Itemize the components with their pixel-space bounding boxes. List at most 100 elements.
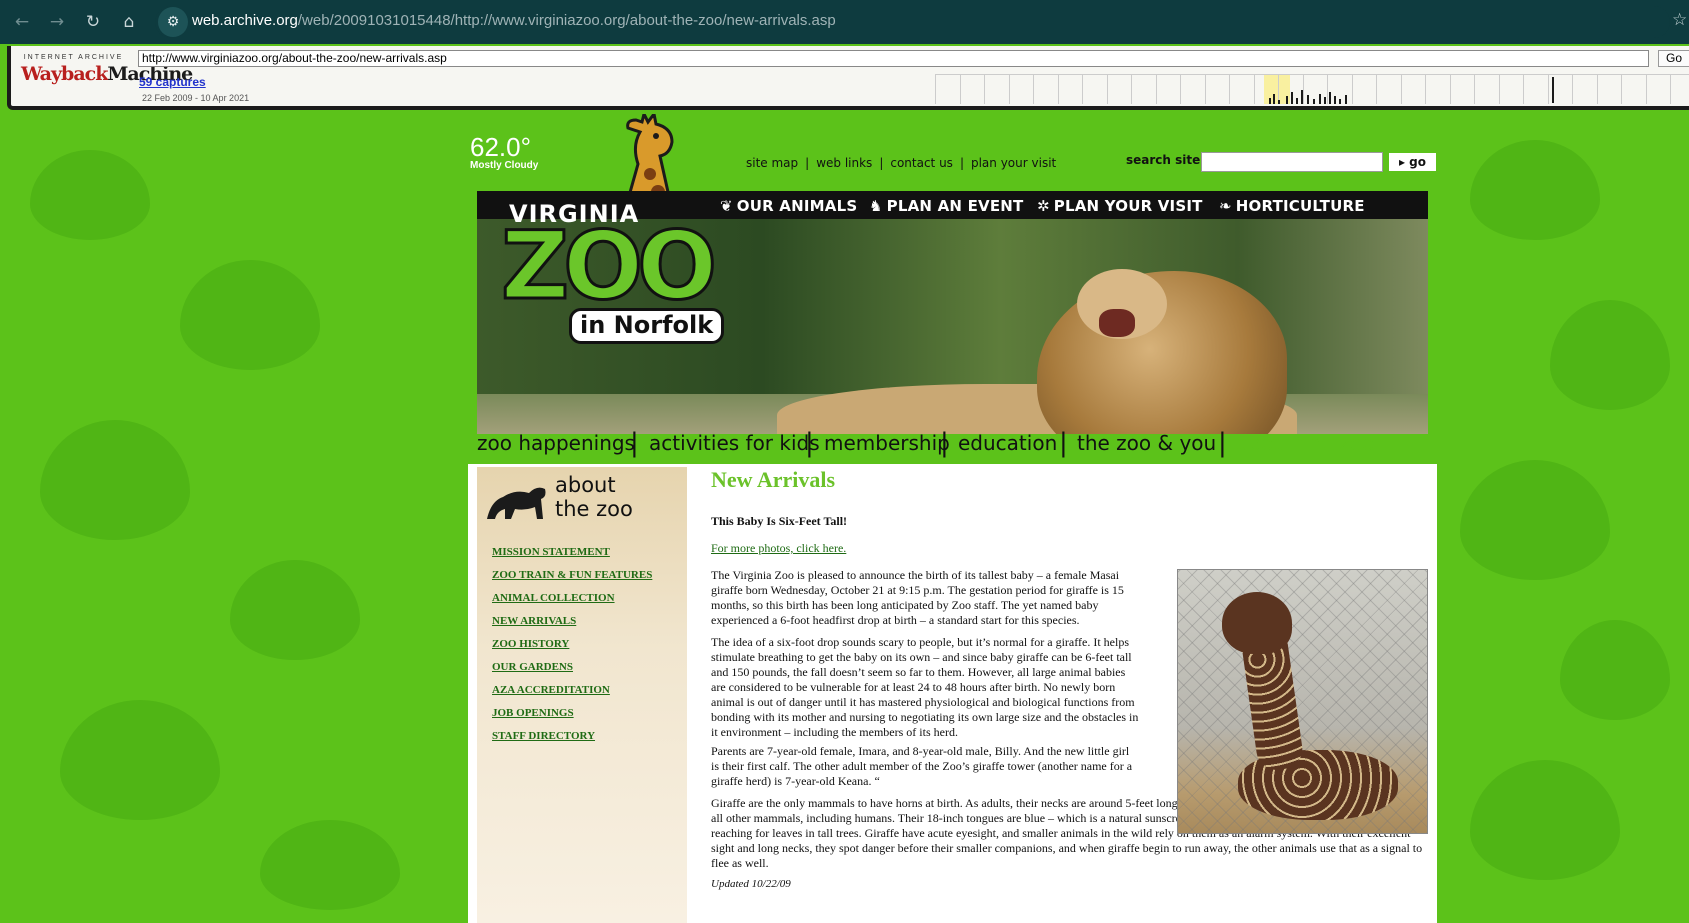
panther-icon	[487, 487, 546, 519]
forward-icon[interactable]: →	[47, 12, 67, 32]
address-url[interactable]: web.archive.org/web/20091031015448/http:…	[192, 12, 836, 29]
plan-your-visit-link[interactable]: plan your visit	[971, 156, 1056, 170]
calendar-year-cell[interactable]	[1400, 75, 1426, 104]
capture-bar	[1334, 96, 1336, 104]
section-nav: zoo happenings | activities for kids | m…	[477, 428, 1437, 461]
capture-bar	[1273, 94, 1275, 104]
capture-bar	[1278, 100, 1280, 104]
article-subtitle: This Baby Is Six-Feet Tall!	[711, 514, 848, 528]
calendar-year-cell[interactable]	[1425, 75, 1450, 104]
capture-bar	[1296, 98, 1298, 104]
logo-norfolk: in Norfolk	[569, 308, 725, 344]
capture-bar	[1345, 95, 1347, 104]
nav-divider: |	[1218, 428, 1227, 458]
plant-icon: ❧	[1219, 197, 1232, 215]
calendar-year-cell[interactable]	[959, 75, 985, 104]
article-paragraph-3: Parents are 7-year-old female, Imara, an…	[711, 744, 1133, 788]
sidebar-item-zoo-train[interactable]: ZOO TRAIN & FUN FEATURES	[492, 568, 652, 591]
weather-condition: Mostly Cloudy	[470, 160, 539, 171]
zoo-logo[interactable]: VIRGINIA ZOO in Norfolk	[500, 200, 731, 345]
wayback-logo[interactable]: INTERNET ARCHIVE WaybackMachine	[21, 54, 193, 96]
frog-icon: ✲	[1037, 197, 1050, 215]
calendar-year-cell[interactable]	[1670, 75, 1689, 104]
calendar-year-cell[interactable]	[1351, 75, 1377, 104]
sidebar-item-mission-statement[interactable]: MISSION STATEMENT	[492, 545, 652, 568]
back-icon[interactable]: ←	[12, 12, 32, 32]
wayback-logo-main: WaybackMachine	[21, 63, 193, 85]
calendar-year-cell[interactable]	[1106, 75, 1132, 104]
calendar-year-cell[interactable]	[1180, 75, 1205, 104]
site-info-icon[interactable]: ⚙	[158, 7, 188, 37]
calendar-year-cell[interactable]	[1474, 75, 1499, 104]
reload-icon[interactable]: ↻	[83, 12, 103, 32]
bookmark-star-icon[interactable]: ☆	[1672, 10, 1687, 30]
calendar-year-cell[interactable]	[1645, 75, 1671, 104]
more-photos-link[interactable]: For more photos, click here.	[711, 541, 846, 556]
calendar-year-cell[interactable]	[1572, 75, 1597, 104]
article: New Arrivals This Baby Is Six-Feet Tall!…	[711, 467, 1428, 890]
calendar-year-cell[interactable]	[1033, 75, 1058, 104]
capture-bar	[1324, 97, 1326, 104]
capture-range: 22 Feb 2009 - 10 Apr 2021	[142, 93, 250, 103]
sidebar-item-staff-directory[interactable]: STAFF DIRECTORY	[492, 729, 652, 752]
calendar-year-cell[interactable]	[1229, 75, 1254, 104]
nav-our-animals[interactable]: ❦ OUR ANIMALS	[720, 197, 857, 215]
calendar-year-cell[interactable]	[1547, 75, 1573, 104]
calendar-year-cell[interactable]	[1449, 75, 1475, 104]
sidebar-item-aza-accreditation[interactable]: AZA ACCREDITATION	[492, 683, 652, 706]
tab-membership[interactable]: membership	[824, 431, 950, 455]
captures-link[interactable]: 59 captures	[139, 75, 206, 89]
sidebar-title: about the zoo	[555, 473, 633, 521]
contact-us-link[interactable]: contact us	[890, 156, 953, 170]
calendar-year-cell[interactable]	[1498, 75, 1524, 104]
calendar-year-cell[interactable]	[1131, 75, 1156, 104]
logo-zoo: ZOO	[500, 212, 719, 321]
sidebar-item-job-openings[interactable]: JOB OPENINGS	[492, 706, 652, 729]
nav-plan-your-visit[interactable]: ✲ PLAN YOUR VISIT	[1037, 197, 1203, 215]
page-title: New Arrivals	[711, 467, 836, 492]
zoo-page: 62.0° Mostly Cloudy site map | web links | c…	[468, 114, 1437, 923]
tab-activities-for-kids[interactable]: activities for kids	[649, 431, 820, 455]
calendar-year-cell[interactable]	[1008, 75, 1034, 104]
calendar-year-cell[interactable]	[935, 75, 960, 104]
calendar-year-cell[interactable]	[1057, 75, 1083, 104]
nav-plan-an-event[interactable]: ♞ PLAN AN EVENT	[869, 197, 1023, 215]
site-map-link[interactable]: site map	[746, 156, 798, 170]
home-icon[interactable]: ⌂	[119, 12, 139, 32]
hero-banner: ❦ OUR ANIMALS ♞ PLAN AN EVENT ✲ PLAN YOUR V…	[477, 191, 1428, 434]
tab-zoo-happenings[interactable]: zoo happenings	[477, 431, 635, 455]
tab-the-zoo-and-you[interactable]: the zoo & you	[1077, 431, 1216, 455]
wayback-url-input[interactable]: http://www.virginiazoo.org/about-the-zoo…	[138, 50, 1649, 67]
calendar-year-cell[interactable]	[984, 75, 1009, 104]
search-label: search site	[1126, 153, 1201, 167]
web-links-link[interactable]: web links	[816, 156, 872, 170]
search-input[interactable]	[1201, 152, 1383, 172]
capture-bar	[1286, 96, 1288, 104]
calendar-year-cell[interactable]	[1155, 75, 1181, 104]
tab-education[interactable]: education	[958, 431, 1057, 455]
calendar-year-cell[interactable]	[1376, 75, 1401, 104]
wayback-go-button[interactable]: Go	[1658, 50, 1689, 67]
elephant-icon: ♞	[869, 197, 883, 215]
capture-bar	[1307, 95, 1309, 104]
calendar-year-cell[interactable]	[1621, 75, 1646, 104]
wayback-logo-top: INTERNET ARCHIVE	[23, 54, 124, 61]
capture-bar	[1329, 92, 1331, 104]
calendar-year-cell[interactable]	[1596, 75, 1622, 104]
sidebar-item-zoo-history[interactable]: ZOO HISTORY	[492, 637, 652, 660]
calendar-year-cell[interactable]	[1523, 75, 1548, 104]
capture-calendar[interactable]	[935, 74, 1689, 104]
calendar-year-cell[interactable]	[1204, 75, 1230, 104]
calendar-year-cell[interactable]	[1082, 75, 1107, 104]
updated-date: Updated 10/22/09	[711, 878, 791, 890]
sidebar: about the zoo MISSION STATEMENT ZOO TRAIN…	[477, 467, 687, 923]
nav-divider: |	[1059, 428, 1068, 458]
search-go-button[interactable]: ▸ go	[1389, 153, 1436, 171]
nav-horticulture[interactable]: ❧ HORTICULTURE	[1219, 197, 1365, 215]
baby-giraffe-photo	[1177, 569, 1428, 834]
nav-divider: |	[630, 428, 639, 458]
sidebar-item-new-arrivals[interactable]: NEW ARRIVALS	[492, 614, 652, 637]
sidebar-item-our-gardens[interactable]: OUR GARDENS	[492, 660, 652, 683]
tab-about-the-zoo[interactable]: about the zoo	[1236, 431, 1374, 455]
sidebar-item-animal-collection[interactable]: ANIMAL COLLECTION	[492, 591, 652, 614]
